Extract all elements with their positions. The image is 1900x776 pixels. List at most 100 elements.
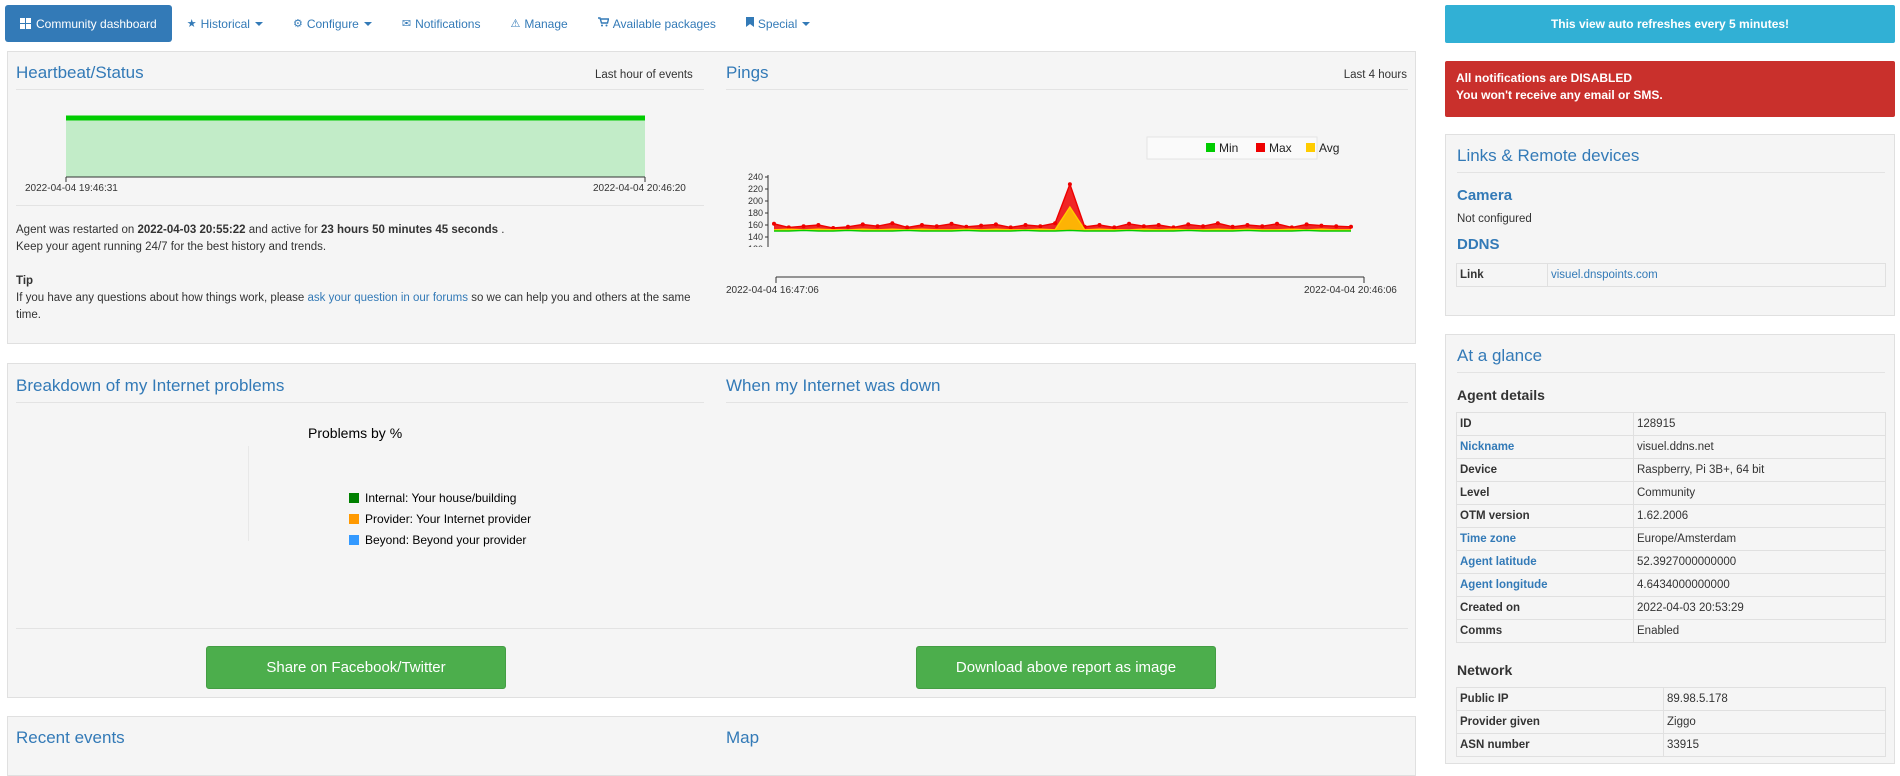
table-value: 52.3927000000000 bbox=[1633, 550, 1886, 574]
caret-down-icon bbox=[802, 21, 811, 26]
heartbeat-chart bbox=[65, 115, 646, 182]
forum-link[interactable]: ask your question in our forums bbox=[308, 292, 468, 304]
legend-label-max: Max bbox=[1269, 141, 1292, 155]
breakdown-legend: Internal: Your house/building Provider: … bbox=[349, 488, 531, 551]
table-value: 2022-04-03 20:53:29 bbox=[1633, 596, 1886, 620]
bookmark-icon bbox=[745, 17, 754, 30]
legend-swatch-max bbox=[1256, 143, 1265, 152]
table-row: OTM version 1.62.2006 bbox=[1456, 504, 1886, 528]
y-tick-label: 220 bbox=[748, 184, 763, 194]
nav-notifications[interactable]: ✉ Notifications bbox=[387, 5, 496, 42]
nav-label: Manage bbox=[524, 16, 568, 31]
table-row: ID 128915 bbox=[1456, 412, 1886, 436]
table-value: visuel.ddns.net bbox=[1633, 435, 1886, 459]
nav-available-packages[interactable]: Available packages bbox=[583, 5, 731, 42]
pings-title: Pings bbox=[726, 63, 769, 82]
links-panel: Links & Remote devices Camera Not config… bbox=[1445, 134, 1895, 316]
table-key[interactable]: Nickname bbox=[1456, 435, 1634, 459]
max-point bbox=[979, 223, 984, 228]
table-value: 128915 bbox=[1633, 412, 1886, 436]
nav-label: Configure bbox=[306, 16, 359, 31]
max-point bbox=[1275, 221, 1280, 226]
table-key: Comms bbox=[1456, 619, 1634, 643]
max-point bbox=[1319, 223, 1324, 228]
caret-down-icon bbox=[363, 21, 372, 26]
keep-running-text: Keep your agent running 24/7 for the bes… bbox=[16, 241, 327, 253]
max-point bbox=[1141, 224, 1146, 229]
events-panel: Recent events Map bbox=[7, 716, 1416, 776]
pings-end-label: 2022-04-04 20:46:06 bbox=[1304, 285, 1397, 296]
nav-special[interactable]: Special bbox=[731, 5, 825, 42]
warning-icon: ⚠ bbox=[510, 18, 521, 30]
share-button[interactable]: Share on Facebook/Twitter bbox=[206, 646, 506, 689]
table-key[interactable]: Agent latitude bbox=[1456, 550, 1634, 574]
nav-configure[interactable]: ⚙ Configure bbox=[278, 5, 387, 42]
nav-historical[interactable]: ★ Historical bbox=[172, 5, 278, 42]
table-value: Raspberry, Pi 3B+, 64 bit bbox=[1633, 458, 1886, 482]
max-point bbox=[1215, 221, 1220, 226]
y-tick-label: 180 bbox=[748, 208, 763, 218]
max-point bbox=[860, 222, 865, 227]
table-key[interactable]: Time zone bbox=[1456, 527, 1634, 551]
table-row: Agent latitude 52.3927000000000 bbox=[1456, 550, 1886, 574]
max-point bbox=[845, 224, 850, 229]
table-row: Created on 2022-04-03 20:53:29 bbox=[1456, 596, 1886, 620]
table-row: Comms Enabled bbox=[1456, 619, 1886, 643]
table-row: Link visuel.dnspoints.com bbox=[1456, 263, 1886, 287]
nav-manage[interactable]: ⚠ Manage bbox=[495, 5, 582, 42]
auto-refresh-notice: This view auto refreshes every 5 minutes… bbox=[1445, 5, 1895, 43]
table-key: ID bbox=[1456, 412, 1634, 436]
ddns-table: Link visuel.dnspoints.com bbox=[1456, 263, 1886, 287]
table-key: Created on bbox=[1456, 596, 1634, 620]
nav-label: Notifications bbox=[415, 16, 481, 31]
table-row: Device Raspberry, Pi 3B+, 64 bit bbox=[1456, 458, 1886, 482]
legend-item-provider: Provider: Your Internet provider bbox=[349, 509, 531, 530]
table-key[interactable]: Agent longitude bbox=[1456, 573, 1634, 597]
table-value: Ziggo bbox=[1663, 710, 1886, 734]
max-point bbox=[1067, 182, 1072, 187]
table-value: Enabled bbox=[1633, 619, 1886, 643]
table-key: ASN number bbox=[1456, 733, 1664, 757]
max-point bbox=[1053, 221, 1058, 226]
table-key: Level bbox=[1456, 481, 1634, 505]
table-key: OTM version bbox=[1456, 504, 1634, 528]
pings-start-label: 2022-04-04 16:47:06 bbox=[726, 285, 819, 296]
table-value: 33915 bbox=[1663, 733, 1886, 757]
ddns-link[interactable]: visuel.dnspoints.com bbox=[1547, 263, 1886, 287]
pings-chart: 120 140 160 180 200 220 240 Min Max Avg bbox=[748, 136, 1353, 247]
agent-details-title: Agent details bbox=[1457, 387, 1545, 403]
table-row: Agent longitude 4.6434000000000 bbox=[1456, 573, 1886, 597]
legend-label-min: Min bbox=[1219, 141, 1238, 155]
max-point bbox=[949, 221, 954, 226]
max-point bbox=[1156, 223, 1161, 227]
table-row: Level Community bbox=[1456, 481, 1886, 505]
max-point bbox=[875, 224, 880, 229]
download-report-button[interactable]: Download above report as image bbox=[916, 646, 1216, 689]
pings-subtitle: Last 4 hours bbox=[1343, 69, 1407, 81]
max-point bbox=[1201, 224, 1206, 229]
max-point bbox=[1008, 225, 1013, 230]
legend-swatch-min bbox=[1206, 143, 1215, 152]
top-navigation: Community dashboard ★ Historical ⚙ Confi… bbox=[5, 5, 825, 42]
max-point bbox=[1112, 225, 1117, 230]
caret-down-icon bbox=[254, 21, 263, 26]
max-point bbox=[801, 224, 806, 229]
series-line-min bbox=[774, 229, 1351, 232]
table-key: Provider given bbox=[1456, 710, 1664, 734]
y-tick-label: 120 bbox=[748, 244, 763, 247]
envelope-icon: ✉ bbox=[401, 18, 412, 30]
max-point bbox=[905, 225, 910, 230]
heartbeat-subtitle: Last hour of events bbox=[595, 69, 693, 81]
pings-time-axis bbox=[775, 276, 1365, 283]
table-row: ASN number 33915 bbox=[1456, 733, 1886, 757]
tip-title: Tip bbox=[16, 275, 34, 287]
table-key: Device bbox=[1456, 458, 1634, 482]
max-point bbox=[816, 223, 821, 227]
max-point bbox=[1186, 222, 1191, 227]
glance-title: At a glance bbox=[1457, 346, 1543, 365]
nav-label: Historical bbox=[200, 16, 250, 31]
camera-title[interactable]: Camera bbox=[1457, 187, 1512, 204]
network-table: Public IP 89.98.5.178 Provider given Ziggo A… bbox=[1456, 687, 1886, 757]
nav-community-dashboard[interactable]: Community dashboard bbox=[5, 5, 172, 42]
ddns-title[interactable]: DDNS bbox=[1457, 236, 1500, 253]
